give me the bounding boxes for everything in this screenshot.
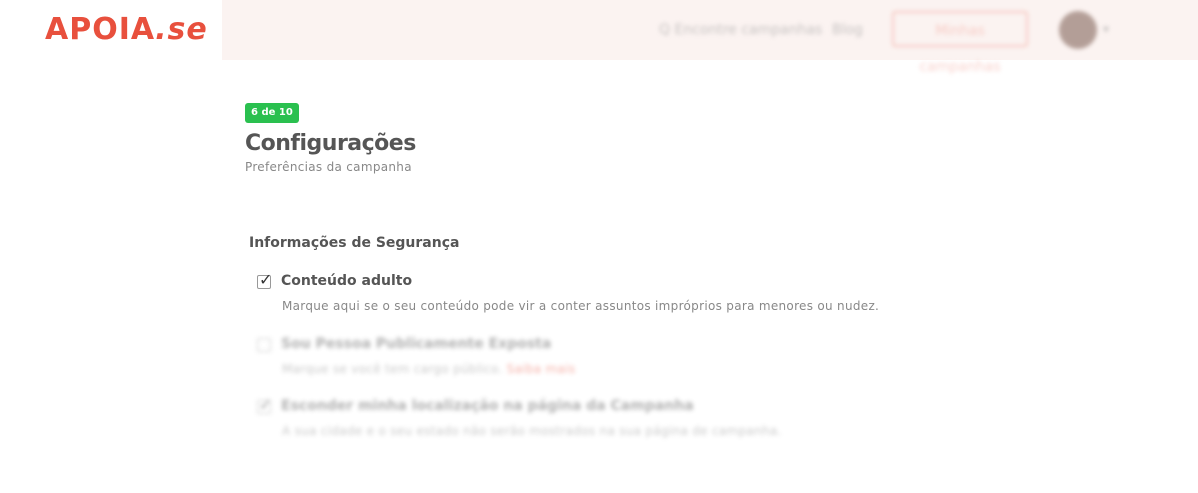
page-subtitle: Preferências da campanha [245, 160, 412, 174]
politically-exposed-description-text: Marque se você tem cargo público. [282, 362, 503, 376]
step-header: 6 de 10 Configurações Preferências da ca… [245, 100, 945, 174]
hide-location-label[interactable]: Esconder minha localização na página da … [281, 398, 694, 414]
checkmark-icon: ✓ [259, 395, 273, 414]
learn-more-link[interactable]: Saiba mais [507, 362, 576, 376]
hide-location-checkbox[interactable]: ✓ [257, 395, 272, 414]
checkmark-icon: ✓ [259, 270, 273, 289]
logo-suffix-text: .se [155, 12, 208, 47]
adult-content-description: Marque aqui se o seu conteúdo pode vir a… [282, 299, 880, 313]
security-section-title: Informações de Segurança [249, 235, 460, 251]
adult-content-label[interactable]: Conteúdo adulto [281, 273, 412, 289]
page-title: Configurações [245, 131, 416, 156]
politically-exposed-description: Marque se você tem cargo público. Saiba … [282, 362, 575, 376]
my-campaigns-button[interactable]: Minhas campanhas [892, 11, 1028, 75]
chevron-down-icon[interactable]: ▾ [1103, 22, 1109, 36]
adult-content-checkbox[interactable]: ✓ [257, 270, 272, 289]
politically-exposed-label[interactable]: Sou Pessoa Publicamente Exposta [281, 336, 551, 352]
politically-exposed-checkbox[interactable] [257, 338, 271, 352]
top-navigation-bar: APOIA.se Q Encontre campanhas Blog Minha… [0, 0, 1198, 75]
avatar[interactable] [1059, 11, 1097, 49]
apoiase-logo[interactable]: APOIA.se [45, 12, 208, 47]
step-progress-badge: 6 de 10 [245, 103, 299, 123]
blog-link[interactable]: Blog [832, 22, 863, 38]
hide-location-description: A sua cidade e o seu estado não serão mo… [282, 424, 782, 438]
nav-links-blurred: Q Encontre campanhas Blog Minhas campanh… [222, 0, 1198, 75]
logo-area: APOIA.se [0, 0, 222, 60]
logo-main-text: APOIA [45, 12, 156, 47]
explore-link[interactable]: Q Encontre campanhas [659, 22, 822, 38]
